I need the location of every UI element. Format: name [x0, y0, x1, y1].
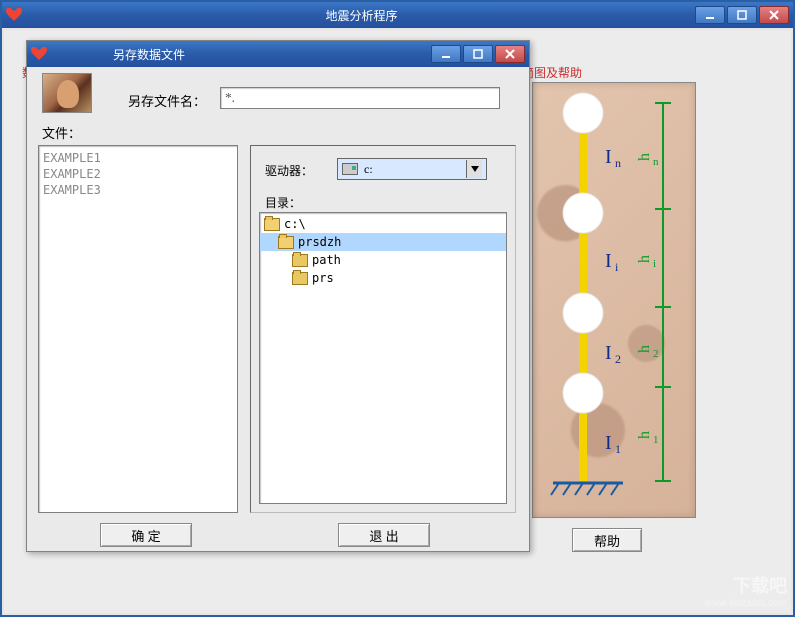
tree-item-label: c:\ [284, 217, 306, 231]
svg-text:I: I [605, 432, 612, 454]
save-dialog: 另存数据文件 另存文件名： 文件： EXAMPLE1EXAMPLE2EXAMPL… [26, 40, 530, 552]
svg-text:i: i [653, 258, 656, 270]
label-saveas: 另存文件名： [128, 91, 206, 110]
minimize-button[interactable] [695, 6, 725, 24]
folder-icon [264, 218, 280, 231]
svg-text:I: I [605, 342, 612, 364]
dialog-titlebar[interactable]: 另存数据文件 [27, 41, 529, 67]
close-button[interactable] [759, 6, 789, 24]
help-button[interactable]: 帮助 [572, 528, 642, 552]
exit-button[interactable]: 退 出 [338, 523, 430, 547]
folder-icon [292, 272, 308, 285]
drive-select[interactable]: c: [337, 158, 487, 180]
folder-icon [292, 254, 308, 267]
diagram-panel: In Ii I2 I1 hn hi h2 [532, 82, 696, 518]
label-directory: 目录： [265, 194, 301, 211]
svg-text:I: I [605, 250, 612, 272]
file-item[interactable]: EXAMPLE2 [43, 166, 233, 182]
svg-text:2: 2 [653, 348, 659, 360]
dialog-window-controls [431, 45, 525, 63]
dialog-close-button[interactable] [495, 45, 525, 63]
avatar [42, 73, 92, 113]
svg-text:h: h [636, 153, 653, 161]
filename-input[interactable] [220, 87, 500, 109]
file-item[interactable]: EXAMPLE1 [43, 150, 233, 166]
tree-item[interactable]: path [260, 251, 506, 269]
watermark-url: www.xiazaiba.com [705, 595, 787, 613]
tree-item-label: prsdzh [298, 235, 341, 249]
outer-titlebar[interactable]: 地震分析程序 [2, 2, 793, 28]
svg-text:1: 1 [615, 442, 621, 456]
svg-text:1: 1 [653, 434, 659, 446]
svg-text:h: h [636, 255, 653, 263]
file-listbox[interactable]: EXAMPLE1EXAMPLE2EXAMPLE3 [38, 145, 238, 513]
directory-tree[interactable]: c:\ prsdzh path prs [259, 212, 507, 504]
svg-text:2: 2 [615, 352, 621, 366]
outer-title: 地震分析程序 [326, 7, 398, 24]
watermark: 下载吧 www.xiazaiba.com [705, 577, 787, 613]
outer-window-controls [695, 6, 789, 24]
folder-icon [278, 236, 294, 249]
tree-item[interactable]: prs [260, 269, 506, 287]
file-item[interactable]: EXAMPLE3 [43, 182, 233, 198]
dialog-icon-heart [31, 47, 47, 61]
diagram-svg: In Ii I2 I1 hn hi h2 [533, 83, 697, 519]
app-icon-heart [6, 8, 22, 22]
drive-value: c: [364, 162, 373, 177]
right-panel: 驱动器： c: 目录： c:\ prsdzh path prs [250, 145, 516, 513]
dialog-maximize-button[interactable] [463, 45, 493, 63]
chevron-down-icon[interactable] [466, 160, 482, 178]
tree-item-label: path [312, 253, 341, 267]
dialog-minimize-button[interactable] [431, 45, 461, 63]
dialog-title: 另存数据文件 [113, 46, 185, 63]
outer-window: 地震分析程序 数据文件编辑 计算简图及帮助 [0, 0, 795, 617]
svg-text:i: i [615, 260, 619, 274]
label-files: 文件： [42, 123, 81, 142]
maximize-button[interactable] [727, 6, 757, 24]
svg-text:I: I [605, 146, 612, 168]
tree-item-label: prs [312, 271, 334, 285]
drive-icon [342, 163, 358, 175]
tree-item[interactable]: prsdzh [260, 233, 506, 251]
svg-text:n: n [653, 156, 659, 168]
label-drive: 驱动器： [265, 162, 313, 179]
ok-button[interactable]: 确 定 [100, 523, 192, 547]
watermark-text: 下载吧 [705, 577, 787, 595]
svg-text:h: h [636, 431, 653, 439]
svg-text:h: h [636, 345, 653, 353]
tree-item[interactable]: c:\ [260, 215, 506, 233]
svg-text:n: n [615, 156, 621, 170]
